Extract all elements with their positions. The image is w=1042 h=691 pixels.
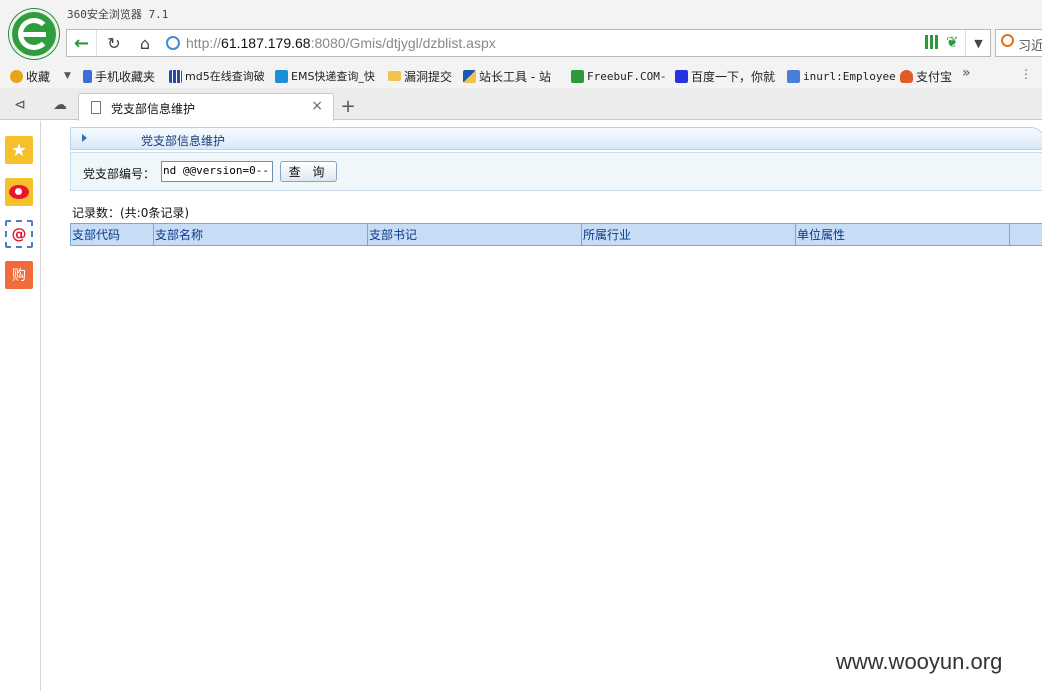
bookmark-item[interactable]: 收藏 ▼ — [10, 67, 71, 85]
column-header — [1010, 224, 1042, 245]
section-title: 党支部信息维护 — [141, 134, 226, 148]
column-header[interactable]: 所属行业 — [582, 224, 796, 245]
tab-active[interactable]: 党支部信息维护 × — [78, 93, 334, 121]
site-globe-icon — [166, 36, 180, 50]
grid-icon — [169, 69, 182, 83]
weibo-icon[interactable] — [5, 178, 33, 206]
bookmark-item[interactable]: 站长工具 - 站 — [463, 67, 551, 85]
app-title: 360安全浏览器 7.1 — [67, 8, 169, 21]
alipay-icon — [900, 69, 913, 83]
cloud-icon[interactable]: ☁ — [48, 94, 72, 116]
branch-code-input[interactable]: and @@version=0-- — [161, 161, 273, 182]
title-bar: 360安全浏览器 7.1 — [0, 0, 1042, 30]
bookmark-item[interactable]: 漏洞提交 — [388, 67, 452, 85]
search-icon — [1001, 34, 1014, 47]
star-icon[interactable]: ★ — [5, 136, 33, 164]
google-icon — [787, 69, 800, 83]
reload-icon[interactable]: ↻ — [99, 30, 129, 56]
shopping-bag-icon[interactable]: 购 — [5, 261, 33, 289]
back-arrow-icon[interactable]: ← — [67, 30, 97, 56]
branch-code-label: 党支部编号： — [83, 167, 156, 181]
more-bookmarks-icon[interactable]: » — [962, 65, 971, 81]
record-count: 记录数：(共:0条记录) — [72, 206, 190, 220]
chinaz-icon — [463, 69, 476, 83]
chevron-down-icon: ▼ — [64, 71, 71, 81]
triangle-right-icon — [82, 134, 87, 142]
query-button[interactable]: 查 询 — [280, 161, 337, 182]
bookmark-item[interactable]: 手机收藏夹 — [83, 67, 155, 85]
home-icon[interactable]: ⌂ — [130, 30, 160, 56]
qr-code-icon[interactable] — [925, 35, 939, 49]
search-panel: 党支部编号： and @@version=0-- 查 询 — [70, 152, 1042, 191]
url-host: 61.187.179.68 — [221, 35, 311, 51]
bookmark-item[interactable]: EMS快递查询_快 — [275, 67, 375, 85]
url-path: :8080/Gmis/dtjygl/dzblist.aspx — [310, 35, 496, 51]
url-text[interactable]: http://61.187.179.68:8080/Gmis/dtjygl/dz… — [186, 35, 496, 51]
ems-icon — [275, 69, 288, 83]
phone-icon — [83, 69, 92, 83]
folder-icon — [388, 71, 401, 81]
bookmark-item[interactable]: FreebuF.COM- — [571, 67, 666, 85]
tab-title: 党支部信息维护 — [111, 102, 196, 116]
browser-logo-icon[interactable] — [9, 9, 59, 59]
chevron-down-icon[interactable]: ▼ — [965, 30, 991, 56]
close-icon[interactable]: × — [311, 98, 323, 114]
bookmark-item[interactable]: 支付宝 — [900, 67, 952, 85]
mail-icon[interactable]: @ — [5, 220, 33, 248]
column-header[interactable]: 单位属性 — [796, 224, 1010, 245]
table-header-row: 支部代码 支部名称 支部书记 所属行业 单位属性 — [70, 223, 1042, 246]
tab-strip: ⊲ ☁ 党支部信息维护 × + — [0, 88, 1042, 121]
star-add-icon — [10, 69, 23, 83]
column-header[interactable]: 支部代码 — [71, 224, 154, 245]
section-header: 党支部信息维护 — [70, 127, 1042, 150]
document-icon — [91, 101, 101, 114]
baidu-paw-icon — [675, 69, 688, 83]
menu-dots-icon[interactable]: ⋮ — [1020, 67, 1032, 81]
search-box[interactable]: 习近 — [995, 29, 1042, 57]
bookmark-item[interactable]: inurl:Employee — [787, 67, 896, 85]
watermark: www.wooyun.org — [836, 649, 1003, 674]
address-bar[interactable]: ← ↻ ⌂ http://61.187.179.68:8080/Gmis/dtj… — [66, 29, 991, 57]
bookmarks-bar: 收藏 ▼ 手机收藏夹 md5在线查询破 EMS快递查询_快 漏洞提交 站长工具 -… — [0, 62, 1042, 88]
column-header[interactable]: 支部名称 — [154, 224, 368, 245]
column-header[interactable]: 支部书记 — [368, 224, 582, 245]
new-tab-icon[interactable]: + — [337, 96, 359, 117]
leaf-icon[interactable]: ❦ — [946, 33, 959, 51]
left-sidebar: ★ @ 购 — [0, 121, 41, 691]
sidebar-toggle-icon[interactable]: ⊲ — [8, 94, 32, 116]
freebuf-icon — [571, 69, 584, 83]
search-text: 习近 — [1018, 39, 1042, 54]
page-content: 党支部信息维护 党支部编号： and @@version=0-- 查 询 记录数… — [41, 121, 1042, 691]
bookmark-item[interactable]: md5在线查询破 — [169, 67, 265, 85]
bookmark-item[interactable]: 百度一下，你就 — [675, 67, 775, 85]
